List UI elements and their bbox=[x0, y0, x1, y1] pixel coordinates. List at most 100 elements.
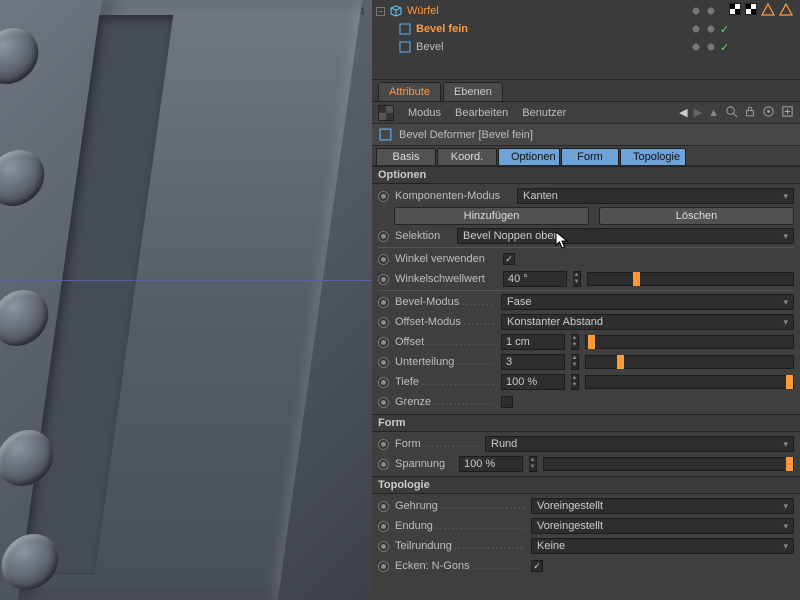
label-offset: Offset bbox=[395, 336, 495, 348]
nav-up-icon[interactable]: ▲ bbox=[708, 107, 719, 119]
button-hinzufuegen[interactable]: Hinzufügen bbox=[394, 207, 589, 225]
attribute-object-header: Bevel Deformer [Bevel fein] bbox=[372, 124, 800, 146]
param-radio[interactable] bbox=[378, 274, 389, 285]
checker-icon[interactable] bbox=[745, 3, 757, 15]
attribute-subtabs: Basis Koord. Optionen Form Topologie bbox=[372, 146, 800, 166]
param-radio[interactable] bbox=[378, 231, 389, 242]
subtab-form[interactable]: Form bbox=[561, 148, 619, 165]
input-tiefe[interactable]: 100 % bbox=[501, 374, 565, 390]
visibility-dot-icon[interactable] bbox=[705, 41, 717, 53]
select-teilrundung[interactable]: Keine bbox=[531, 538, 794, 554]
target-icon[interactable] bbox=[762, 105, 775, 121]
input-spannung[interactable]: 100 % bbox=[459, 456, 523, 472]
slider-unterteilung[interactable] bbox=[585, 355, 794, 369]
field-selektion[interactable]: Bevel Noppen oben bbox=[457, 228, 794, 244]
outliner-item-root[interactable]: − Würfel bbox=[376, 2, 686, 20]
subtab-topologie[interactable]: Topologie bbox=[620, 148, 686, 165]
param-radio[interactable] bbox=[378, 397, 389, 408]
select-komponenten-modus[interactable]: Kanten bbox=[517, 188, 794, 204]
outliner-item-child[interactable]: Bevel fein bbox=[376, 20, 686, 38]
subtab-optionen[interactable]: Optionen bbox=[498, 148, 560, 165]
collapse-toggle-icon[interactable]: − bbox=[376, 7, 385, 16]
viewport-3d[interactable] bbox=[0, 0, 372, 600]
spinner[interactable]: ▲▼ bbox=[573, 271, 581, 287]
label-winkel-verwenden: Winkel verwenden bbox=[395, 253, 497, 265]
spinner[interactable]: ▲▼ bbox=[571, 334, 579, 350]
input-winkelschwellwert[interactable]: 40 ° bbox=[503, 271, 567, 287]
layer-swatch-icon[interactable] bbox=[729, 3, 741, 15]
tag-swatch-icon[interactable] bbox=[378, 105, 394, 121]
warning-triangle-icon[interactable] bbox=[761, 3, 775, 17]
param-radio[interactable] bbox=[378, 561, 389, 572]
warning-triangle2-icon[interactable] bbox=[779, 3, 793, 17]
label-komponenten-modus: Komponenten-Modus bbox=[395, 190, 511, 202]
select-endung[interactable]: Voreingestellt bbox=[531, 518, 794, 534]
slider-offset[interactable] bbox=[585, 335, 794, 349]
visibility-dot-icon[interactable] bbox=[690, 23, 702, 35]
enabled-check-icon[interactable]: ✓ bbox=[720, 23, 729, 36]
param-radio[interactable] bbox=[378, 254, 389, 265]
param-radio[interactable] bbox=[378, 337, 389, 348]
section-header-topologie: Topologie bbox=[372, 476, 800, 494]
param-radio[interactable] bbox=[378, 459, 389, 470]
checkbox-ecken-ngons[interactable] bbox=[531, 560, 543, 572]
label-grenze: Grenze bbox=[395, 396, 495, 408]
select-offset-modus[interactable]: Konstanter Abstand bbox=[501, 314, 794, 330]
tab-attribute[interactable]: Attribute bbox=[378, 82, 441, 101]
label-spannung: Spannung bbox=[395, 458, 453, 470]
visibility-dot-icon[interactable] bbox=[705, 5, 717, 17]
spinner[interactable]: ▲▼ bbox=[529, 456, 537, 472]
label-gehrung: Gehrung bbox=[395, 500, 525, 512]
param-radio[interactable] bbox=[378, 501, 389, 512]
spinner[interactable]: ▲▼ bbox=[571, 354, 579, 370]
label-offset-modus: Offset-Modus bbox=[395, 316, 495, 328]
param-radio[interactable] bbox=[378, 297, 389, 308]
checkbox-grenze[interactable] bbox=[501, 396, 513, 408]
param-radio[interactable] bbox=[378, 377, 389, 388]
select-form[interactable]: Rund bbox=[485, 436, 794, 452]
tab-ebenen[interactable]: Ebenen bbox=[443, 82, 503, 101]
spinner[interactable]: ▲▼ bbox=[571, 374, 579, 390]
object-manager[interactable]: − Würfel Bevel fein Bevel ✓ ✓ bbox=[372, 0, 800, 80]
enabled-check-icon[interactable]: ✓ bbox=[720, 41, 729, 54]
new-instance-icon[interactable] bbox=[781, 105, 794, 121]
outliner-label: Würfel bbox=[407, 5, 439, 17]
slider-winkelschwellwert[interactable] bbox=[587, 272, 794, 286]
param-radio[interactable] bbox=[378, 357, 389, 368]
label-unterteilung: Unterteilung bbox=[395, 356, 495, 368]
nav-fwd-icon[interactable]: ▶ bbox=[694, 106, 702, 119]
subtab-basis[interactable]: Basis bbox=[376, 148, 436, 165]
label-teilrundung: Teilrundung bbox=[395, 540, 525, 552]
param-radio[interactable] bbox=[378, 191, 389, 202]
outliner-item-child[interactable]: Bevel bbox=[376, 38, 686, 56]
visibility-dot-icon[interactable] bbox=[690, 5, 702, 17]
label-tiefe: Tiefe bbox=[395, 376, 495, 388]
slider-spannung[interactable] bbox=[543, 457, 794, 471]
search-icon[interactable] bbox=[725, 105, 738, 121]
attribute-menu-bar: Modus Bearbeiten Benutzer ◀ ▶ ▲ bbox=[372, 102, 800, 124]
checkbox-winkel-verwenden[interactable] bbox=[503, 253, 515, 265]
select-gehrung[interactable]: Voreingestellt bbox=[531, 498, 794, 514]
label-bevel-modus: Bevel-Modus bbox=[395, 296, 495, 308]
label-winkelschwellwert: Winkelschwellwert bbox=[395, 273, 497, 285]
param-radio[interactable] bbox=[378, 521, 389, 532]
visibility-dot-icon[interactable] bbox=[690, 41, 702, 53]
input-offset[interactable]: 1 cm bbox=[501, 334, 565, 350]
param-radio[interactable] bbox=[378, 317, 389, 328]
slider-tiefe[interactable] bbox=[585, 375, 794, 389]
visibility-dot-icon[interactable] bbox=[705, 23, 717, 35]
label-form: Form bbox=[395, 438, 479, 450]
nav-back-icon[interactable]: ◀ bbox=[679, 106, 687, 119]
param-radio[interactable] bbox=[378, 439, 389, 450]
input-unterteilung[interactable]: 3 bbox=[501, 354, 565, 370]
menu-bearbeiten[interactable]: Bearbeiten bbox=[455, 107, 508, 119]
menu-benutzer[interactable]: Benutzer bbox=[522, 107, 566, 119]
param-radio[interactable] bbox=[378, 541, 389, 552]
lock-icon[interactable] bbox=[744, 105, 756, 121]
button-loeschen[interactable]: Löschen bbox=[599, 207, 794, 225]
subtab-koord[interactable]: Koord. bbox=[437, 148, 497, 165]
section-header-form: Form bbox=[372, 414, 800, 432]
menu-modus[interactable]: Modus bbox=[408, 107, 441, 119]
select-bevel-modus[interactable]: Fase bbox=[501, 294, 794, 310]
object-title: Bevel Deformer [Bevel fein] bbox=[399, 129, 533, 141]
